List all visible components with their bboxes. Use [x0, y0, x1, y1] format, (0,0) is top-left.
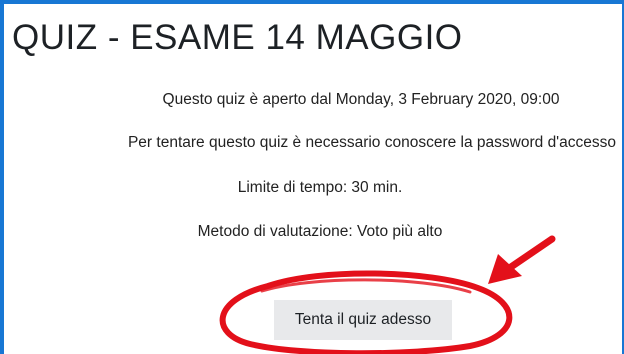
quiz-password-info: Per tentare questo quiz è necessario con…: [127, 134, 617, 151]
quiz-open-info: Questo quiz è aperto dal Monday, 3 Febru…: [162, 91, 560, 108]
quiz-time-limit: Limite di tempo: 30 min.: [237, 179, 403, 196]
quiz-grading-method: Metodo di valutazione: Voto più alto: [197, 223, 443, 240]
page-title: QUIZ - ESAME 14 MAGGIO: [12, 18, 463, 57]
attempt-quiz-button[interactable]: Tenta il quiz adesso: [274, 300, 452, 340]
quiz-panel: QUIZ - ESAME 14 MAGGIO Questo quiz è ape…: [0, 0, 624, 354]
